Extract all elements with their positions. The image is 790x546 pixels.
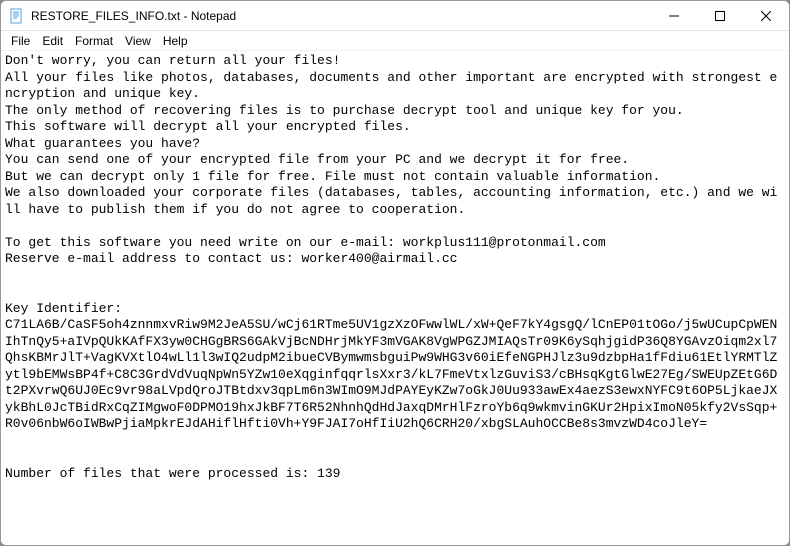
menubar: File Edit Format View Help bbox=[1, 31, 789, 51]
menu-view[interactable]: View bbox=[119, 32, 157, 50]
menu-edit[interactable]: Edit bbox=[36, 32, 69, 50]
titlebar[interactable]: RESTORE_FILES_INFO.txt - Notepad bbox=[1, 1, 789, 31]
notepad-icon bbox=[9, 8, 25, 24]
notepad-window: RESTORE_FILES_INFO.txt - Notepad File Ed… bbox=[0, 0, 790, 546]
text-area[interactable]: Don't worry, you can return all your fil… bbox=[1, 51, 789, 545]
minimize-button[interactable] bbox=[651, 1, 697, 31]
maximize-button[interactable] bbox=[697, 1, 743, 31]
menu-format[interactable]: Format bbox=[69, 32, 119, 50]
close-button[interactable] bbox=[743, 1, 789, 31]
menu-file[interactable]: File bbox=[5, 32, 36, 50]
window-title: RESTORE_FILES_INFO.txt - Notepad bbox=[31, 9, 236, 23]
menu-help[interactable]: Help bbox=[157, 32, 194, 50]
